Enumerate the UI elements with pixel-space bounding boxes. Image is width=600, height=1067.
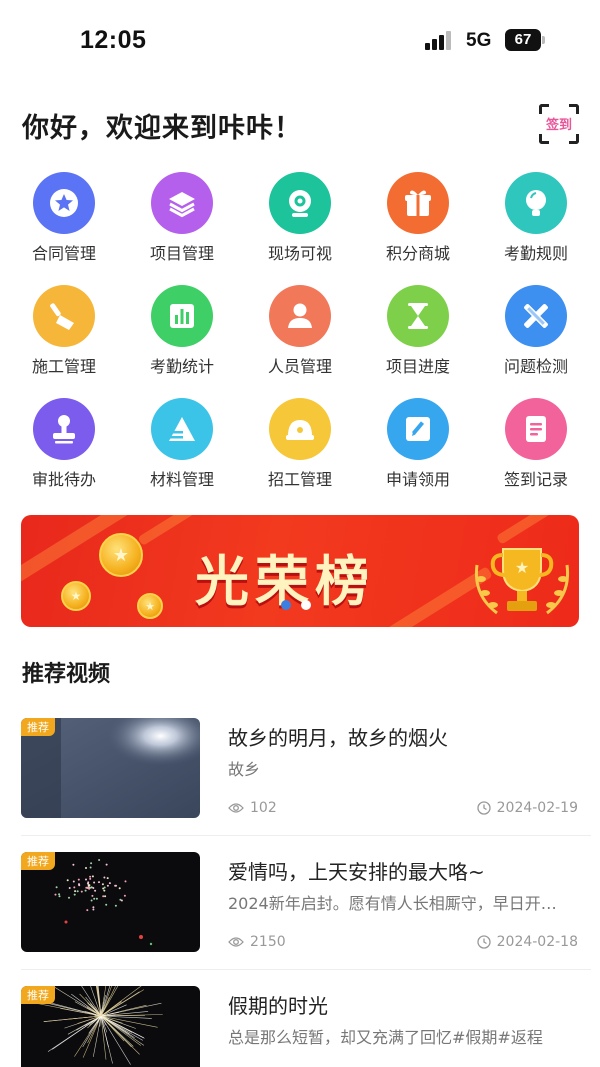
pagination-dot[interactable] <box>281 600 291 610</box>
grid-item-label: 签到记录 <box>503 470 568 489</box>
grid-item-5[interactable]: 考勤规则 <box>477 168 595 268</box>
section-title-videos: 推荐视频 <box>22 662 111 687</box>
grid-item-8[interactable]: 人员管理 <box>241 281 359 381</box>
person-icon <box>269 285 331 347</box>
layers-icon <box>151 172 213 234</box>
grid-item-label: 审批待办 <box>31 470 96 489</box>
coin-icon: ★ <box>61 581 91 611</box>
tools-icon <box>505 285 567 347</box>
video-thumbnail[interactable]: 推荐 <box>21 718 200 818</box>
network-type: 5G <box>466 30 492 51</box>
video-thumbnail[interactable]: 推荐 <box>21 986 200 1067</box>
grid-item-label: 招工管理 <box>267 470 332 489</box>
trophy-icon: ★ <box>474 548 570 615</box>
grid-item-11[interactable]: 审批待办 <box>5 394 123 494</box>
video-thumbnail[interactable]: 推荐 <box>21 852 200 952</box>
video-title: 爱情吗，上天安排的最大咯~ <box>228 860 485 884</box>
video-list-item[interactable]: 推荐 爱情吗，上天安排的最大咯~ 2024新年启封。愿有情人长相厮守，早日开… 215… <box>0 852 600 986</box>
lightbulb-icon <box>505 172 567 234</box>
battery-cap <box>542 36 545 44</box>
greeting-title: 你好，欢迎来到咔咔！ <box>22 113 302 144</box>
video-list-item[interactable]: 推荐 假期的时光总是那么短暂，却又充满了回忆#假期#返程 <box>0 986 600 1067</box>
publish-date: 2024-02-19 <box>496 800 578 816</box>
eye-icon <box>228 937 244 947</box>
hourglass-icon <box>387 285 449 347</box>
grid-item-14[interactable]: 申请领用 <box>359 394 477 494</box>
grid-item-label: 施工管理 <box>31 357 96 376</box>
publish-date: 2024-02-18 <box>496 934 578 950</box>
star-badge-icon <box>33 172 95 234</box>
grid-item-4[interactable]: 积分商城 <box>359 168 477 268</box>
camera-icon <box>269 172 331 234</box>
divider <box>21 969 591 970</box>
stamp-icon <box>33 398 95 460</box>
video-description: 2024新年启封。愿有情人长相厮守，早日开… <box>228 894 557 913</box>
sign-in-label: 签到 <box>545 118 572 133</box>
grid-item-12[interactable]: 材料管理 <box>123 394 241 494</box>
video-description: 总是那么短暂，却又充满了回忆#假期#返程 <box>228 1028 543 1047</box>
materials-icon <box>151 398 213 460</box>
shovel-icon <box>33 285 95 347</box>
grid-item-6[interactable]: 施工管理 <box>5 281 123 381</box>
grid-item-9[interactable]: 项目进度 <box>359 281 477 381</box>
video-views: 2150 <box>228 934 286 950</box>
grid-item-15[interactable]: 签到记录 <box>477 394 595 494</box>
grid-item-label: 项目管理 <box>149 244 214 263</box>
grid-item-1[interactable]: 合同管理 <box>5 168 123 268</box>
feature-grid: 合同管理 项目管理 现场可视 积分商城 考勤规则施工管理 考勤统计 人员管理 项目进度 问题检测… <box>0 168 600 498</box>
recommend-badge: 推荐 <box>21 852 55 870</box>
video-description: 故乡 <box>228 760 261 779</box>
svg-text:★: ★ <box>515 558 529 577</box>
view-count: 102 <box>250 800 277 816</box>
video-list-item[interactable]: 推荐 故乡的明月，故乡的烟火故乡 102 2024-02-19 <box>0 718 600 852</box>
clock-icon <box>476 935 491 949</box>
pagination-dot[interactable] <box>301 600 311 610</box>
gift-icon <box>387 172 449 234</box>
bar-chart-icon <box>151 285 213 347</box>
recommend-badge: 推荐 <box>21 986 55 1004</box>
grid-item-3[interactable]: 现场可视 <box>241 168 359 268</box>
grid-item-13[interactable]: 招工管理 <box>241 394 359 494</box>
notes-icon <box>505 398 567 460</box>
grid-item-label: 人员管理 <box>267 357 332 376</box>
grid-item-label: 材料管理 <box>149 470 214 489</box>
view-count: 2150 <box>250 934 286 950</box>
grid-item-label: 积分商城 <box>385 244 450 263</box>
grid-item-label: 现场可视 <box>267 244 332 263</box>
grid-item-label: 项目进度 <box>385 357 450 376</box>
video-date: 2024-02-19 <box>476 800 578 816</box>
grid-item-label: 考勤统计 <box>149 357 214 376</box>
grid-item-label: 考勤规则 <box>503 244 568 263</box>
recommend-badge: 推荐 <box>21 718 55 736</box>
coin-icon: ★ <box>99 533 143 577</box>
eye-icon <box>228 803 244 813</box>
clock-icon <box>476 801 491 815</box>
grid-item-2[interactable]: 项目管理 <box>123 168 241 268</box>
sign-in-scan-button[interactable]: 签到 <box>539 104 579 144</box>
edit-icon <box>387 398 449 460</box>
banner-pagination <box>281 600 321 612</box>
grid-item-label: 合同管理 <box>31 244 96 263</box>
grid-item-7[interactable]: 考勤统计 <box>123 281 241 381</box>
divider <box>21 835 591 836</box>
grid-item-label: 问题检测 <box>503 357 568 376</box>
grid-item-10[interactable]: 问题检测 <box>477 281 595 381</box>
grid-item-label: 申请领用 <box>385 470 450 489</box>
video-date: 2024-02-18 <box>476 934 578 950</box>
video-views: 102 <box>228 800 277 816</box>
video-title: 假期的时光 <box>228 994 328 1018</box>
helmet-icon <box>269 398 331 460</box>
status-time: 12:05 <box>80 26 147 54</box>
status-bar: 12:05 5G 67 <box>0 0 600 82</box>
coin-icon: ★ <box>137 593 163 619</box>
battery-icon: 67 <box>505 29 541 51</box>
video-title: 故乡的明月，故乡的烟火 <box>228 726 448 750</box>
signal-icon <box>425 30 457 50</box>
